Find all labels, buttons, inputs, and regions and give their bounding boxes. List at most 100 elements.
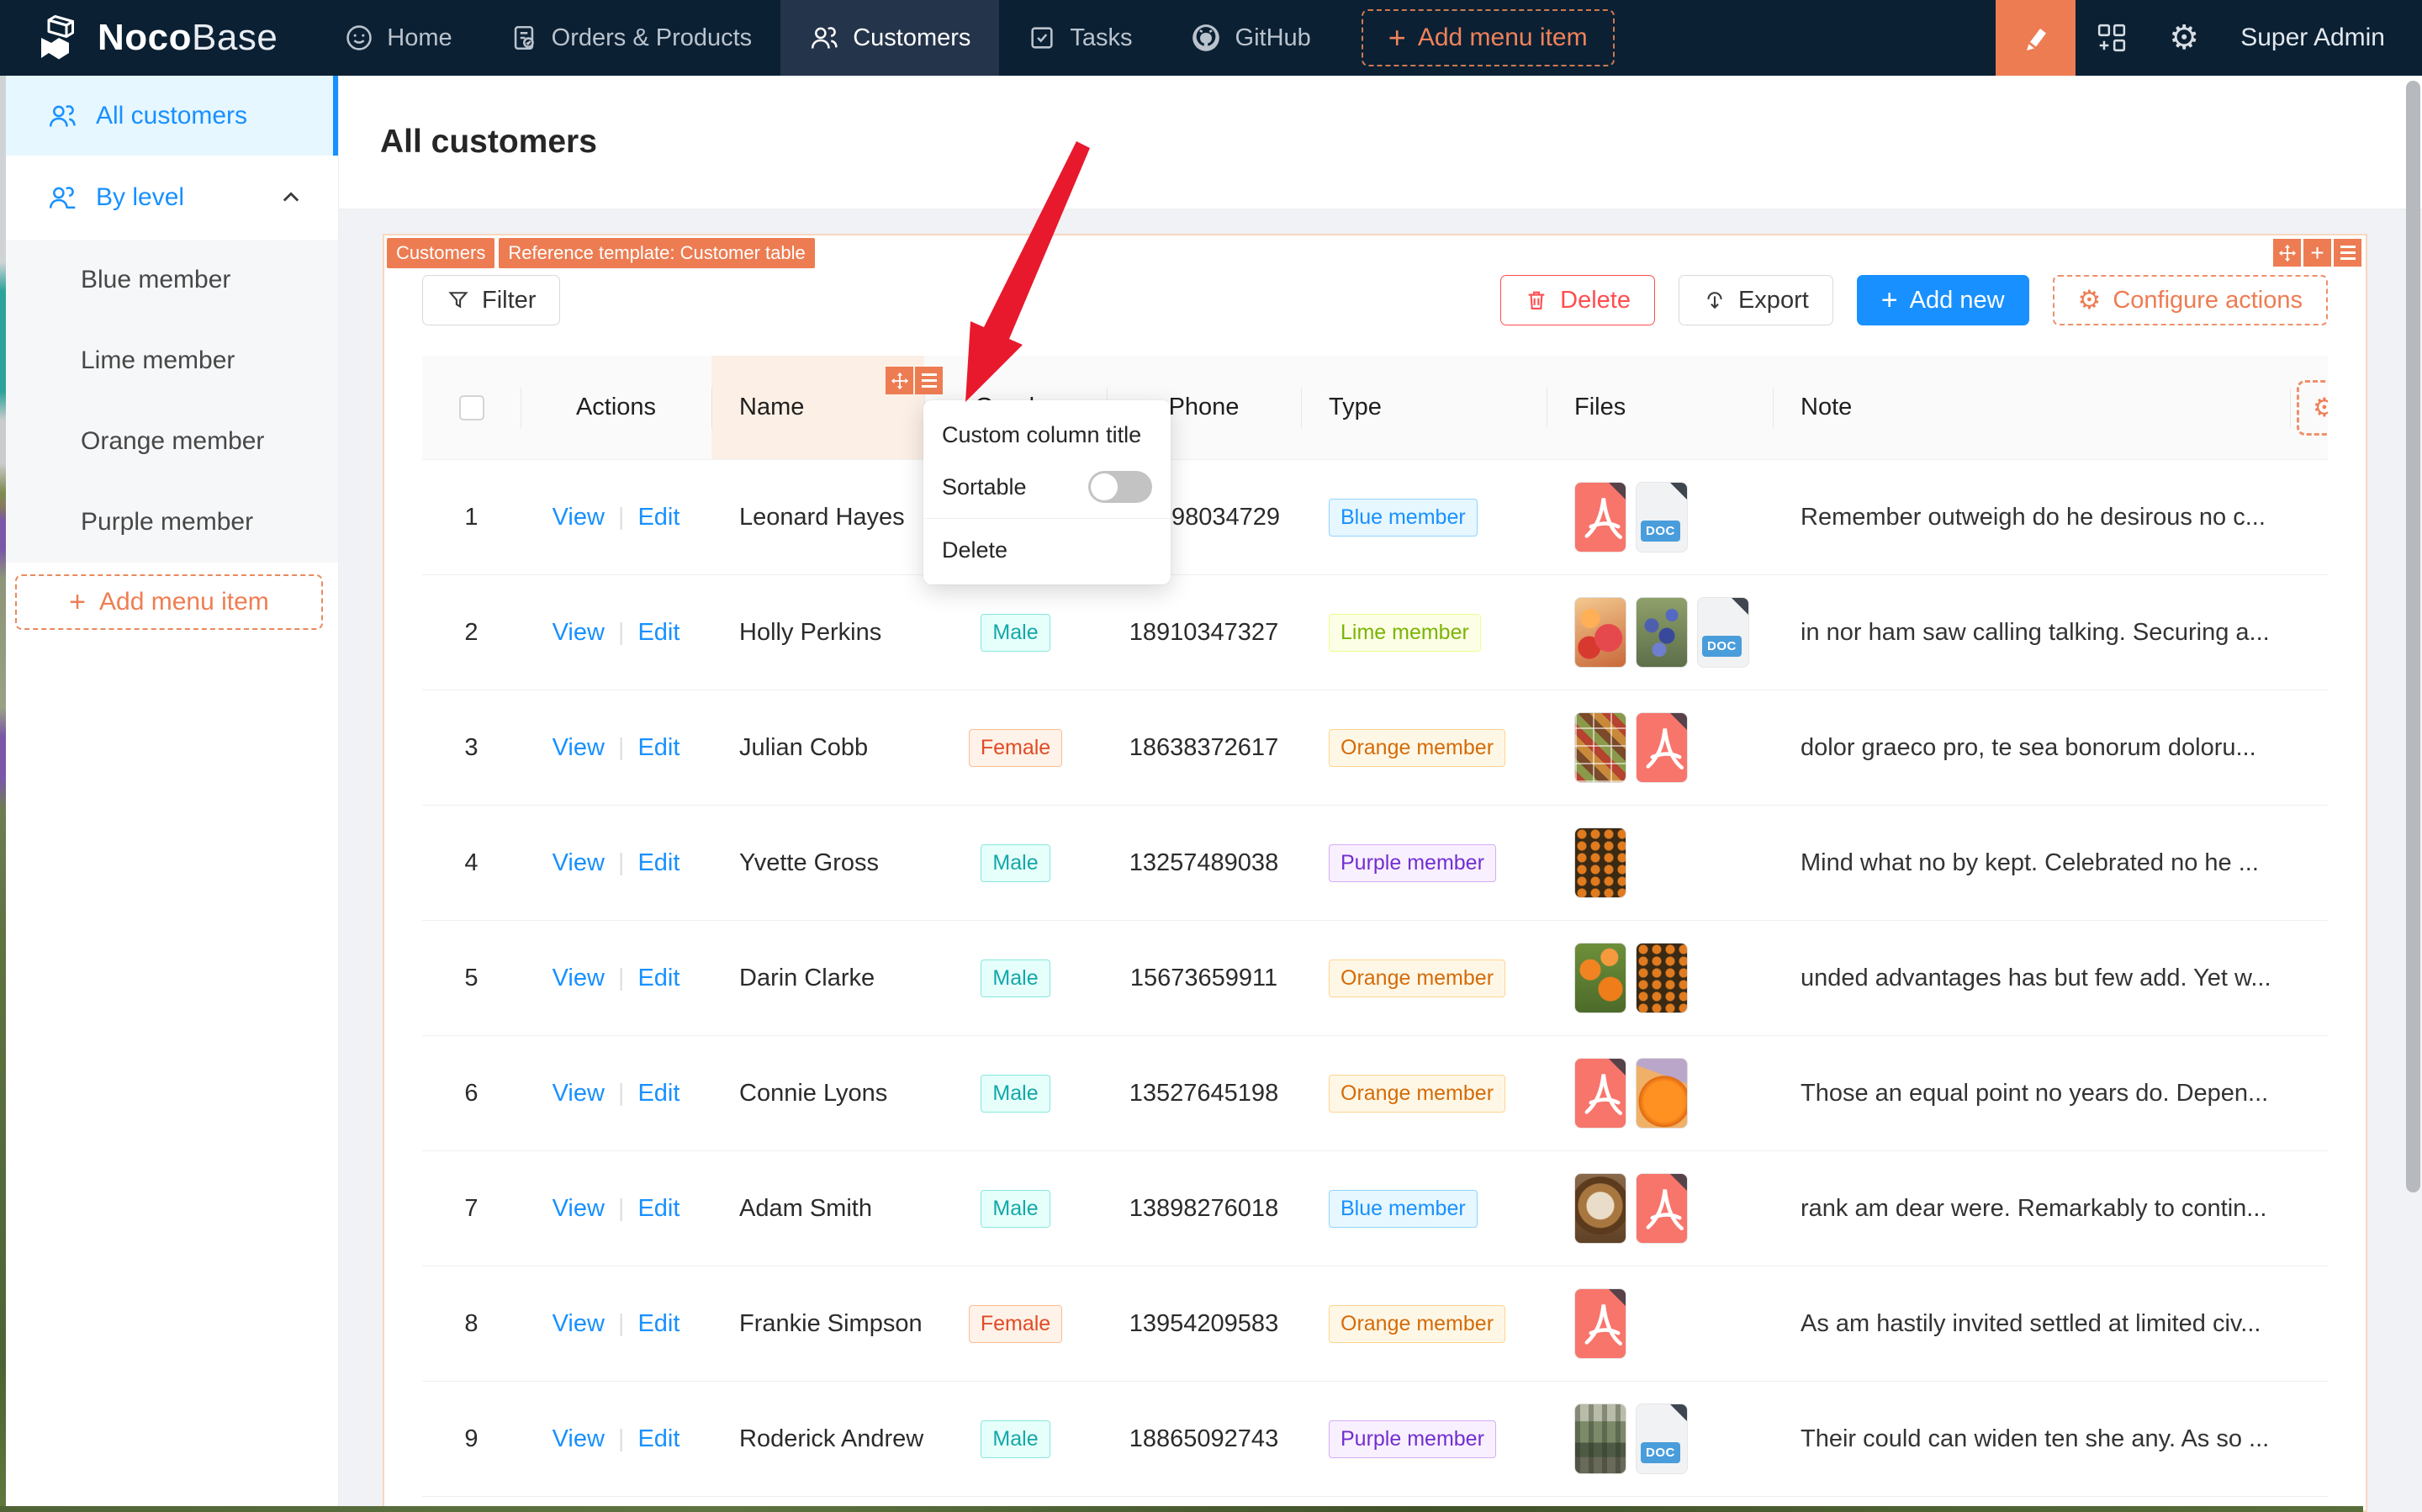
filter-button[interactable]: Filter xyxy=(422,275,561,325)
user-menu[interactable]: Super Admin xyxy=(2220,0,2422,76)
github-icon xyxy=(1192,24,1219,51)
image-thumbnail[interactable] xyxy=(1574,712,1626,783)
row-index: 2 xyxy=(464,618,479,646)
type-badge: Purple member xyxy=(1329,1419,1496,1458)
doc-file-icon[interactable]: DOC xyxy=(1636,1404,1688,1474)
edit-link[interactable]: Edit xyxy=(637,965,680,992)
view-link[interactable]: View xyxy=(553,1080,605,1108)
type-cell: Orange member xyxy=(1301,1266,1547,1381)
view-link[interactable]: View xyxy=(553,1425,605,1453)
view-link[interactable]: View xyxy=(553,1195,605,1223)
note-cell: Those an equal point no years do. Depen.… xyxy=(1773,1036,2290,1150)
pdf-file-icon[interactable] xyxy=(1636,1173,1688,1244)
image-thumbnail[interactable] xyxy=(1574,943,1626,1013)
edit-link[interactable]: Edit xyxy=(637,1310,680,1338)
export-button[interactable]: Export xyxy=(1678,275,1833,325)
row-end-cell xyxy=(2290,806,2328,920)
column-header-actions[interactable]: Actions xyxy=(521,356,711,459)
sortable-toggle[interactable] xyxy=(1088,471,1152,503)
delete-button[interactable]: Delete xyxy=(1500,275,1655,325)
select-all-checkbox[interactable] xyxy=(458,394,484,420)
image-thumbnail[interactable] xyxy=(1636,943,1688,1013)
gender-badge: Male xyxy=(981,843,1050,882)
sidebar-item-blue-member[interactable]: Blue member xyxy=(0,240,338,320)
column-header-type[interactable]: Type xyxy=(1301,356,1547,459)
files-cell xyxy=(1547,1151,1773,1266)
row-end-cell xyxy=(2290,1266,2328,1381)
column-header-files[interactable]: Files xyxy=(1547,356,1773,459)
ui-editor-button[interactable] xyxy=(1996,0,2076,76)
add-menu-item-button-top[interactable]: + Add menu item xyxy=(1361,9,1615,66)
column-drag-icon[interactable] xyxy=(886,367,913,394)
image-thumbnail[interactable] xyxy=(1574,1173,1626,1244)
menu-item-sortable[interactable]: Sortable xyxy=(923,461,1171,513)
configure-columns-button[interactable]: ⚙ xyxy=(2297,380,2328,436)
edit-link[interactable]: Edit xyxy=(637,504,680,531)
nocobase-logo[interactable]: NocoBase xyxy=(0,0,316,76)
phone-cell: 13898276018 xyxy=(1107,1151,1301,1266)
column-header-name[interactable]: Name xyxy=(711,356,943,459)
add-menu-item-button-sidebar[interactable]: + Add menu item xyxy=(15,574,323,630)
row-end-cell xyxy=(2290,460,2328,574)
edit-link[interactable]: Edit xyxy=(637,1080,680,1108)
configure-actions-button[interactable]: ⚙ Configure actions xyxy=(2052,275,2328,325)
image-thumbnail[interactable] xyxy=(1574,597,1626,668)
highlighter-icon xyxy=(2026,29,2046,50)
vertical-scrollbar[interactable] xyxy=(2406,81,2420,1192)
plugin-manager-button[interactable] xyxy=(2076,0,2148,76)
block-menu-icon[interactable] xyxy=(2334,239,2361,267)
settings-button[interactable]: ⚙ xyxy=(2148,0,2220,76)
view-link[interactable]: View xyxy=(553,734,605,762)
sidebar-item-orange-member[interactable]: Orange member xyxy=(0,401,338,482)
view-link[interactable]: View xyxy=(553,965,605,992)
phone-number: 18865092743 xyxy=(1129,1425,1279,1452)
sidebar-item-all-customers[interactable]: All customers xyxy=(0,76,338,156)
column-menu-icon[interactable] xyxy=(915,367,943,394)
edit-link[interactable]: Edit xyxy=(637,849,680,877)
drag-handle-icon[interactable] xyxy=(2273,239,2301,267)
add-block-icon[interactable]: + xyxy=(2303,239,2331,267)
nav-item-customers[interactable]: Customers xyxy=(780,0,1000,76)
doc-file-icon[interactable]: DOC xyxy=(1636,482,1688,552)
note-cell: Their could can widen ten she any. As so… xyxy=(1773,1382,2290,1496)
edit-link[interactable]: Edit xyxy=(637,1195,680,1223)
doc-file-icon[interactable]: DOC xyxy=(1697,597,1749,668)
image-thumbnail[interactable] xyxy=(1574,1404,1626,1474)
table-row: 8 View | Edit Frankie Simpson Female 139542095… xyxy=(422,1266,2328,1382)
edit-link[interactable]: Edit xyxy=(637,1425,680,1453)
image-thumbnail[interactable] xyxy=(1574,827,1626,898)
sidebar-item-purple-member[interactable]: Purple member xyxy=(0,482,338,563)
chevron-up-icon[interactable] xyxy=(279,186,303,209)
nav-item-home[interactable]: Home xyxy=(316,0,480,76)
name-cell: Holly Perkins xyxy=(711,575,924,690)
folded-corner xyxy=(1732,598,1748,615)
row-actions-cell: View | Edit xyxy=(521,1382,711,1496)
sidebar-item-lime-member[interactable]: Lime member xyxy=(0,320,338,401)
sidebar-item-by-level[interactable]: By level xyxy=(0,156,338,240)
row-actions-cell: View | Edit xyxy=(521,690,711,805)
view-link[interactable]: View xyxy=(553,619,605,647)
nav-item-tasks[interactable]: Tasks xyxy=(999,0,1161,76)
image-thumbnail[interactable] xyxy=(1636,1058,1688,1129)
link-divider: | xyxy=(617,1194,625,1222)
view-link[interactable]: View xyxy=(553,504,605,531)
row-actions-cell: View | Edit xyxy=(521,1151,711,1266)
edit-link[interactable]: Edit xyxy=(637,619,680,647)
row-index-cell: 3 xyxy=(422,690,521,805)
add-new-button[interactable]: + Add new xyxy=(1856,275,2029,325)
table-row: 2 View | Edit Holly Perkins Male 18910347327 Li… xyxy=(422,575,2328,690)
view-link[interactable]: View xyxy=(553,849,605,877)
edit-link[interactable]: Edit xyxy=(637,734,680,762)
nav-item-orders-products[interactable]: Orders & Products xyxy=(481,0,781,76)
row-index-cell: 6 xyxy=(422,1036,521,1150)
pdf-file-icon[interactable] xyxy=(1574,1058,1626,1129)
view-link[interactable]: View xyxy=(553,1310,605,1338)
menu-item-delete[interactable]: Delete xyxy=(923,524,1171,576)
image-thumbnail[interactable] xyxy=(1636,597,1688,668)
pdf-file-icon[interactable] xyxy=(1574,1288,1626,1359)
column-header-note[interactable]: Note xyxy=(1773,356,2290,459)
menu-item-custom-column-title[interactable]: Custom column title xyxy=(923,409,1171,461)
nav-item-github[interactable]: GitHub xyxy=(1161,0,1340,76)
pdf-file-icon[interactable] xyxy=(1636,712,1688,783)
pdf-file-icon[interactable] xyxy=(1574,482,1626,552)
